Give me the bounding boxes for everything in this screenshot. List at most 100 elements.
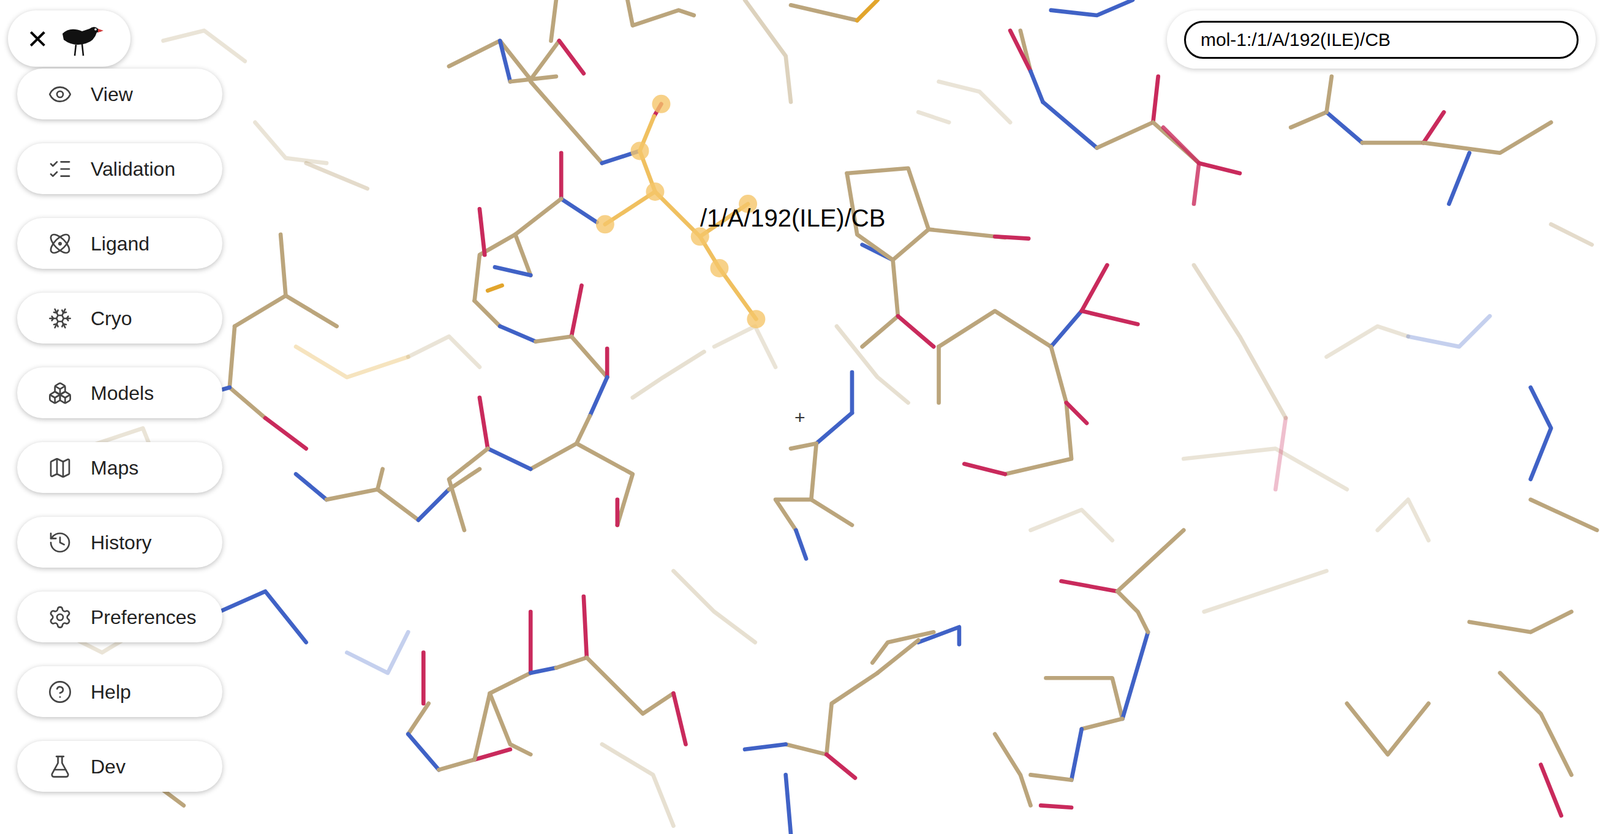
bond-stick [790,4,857,21]
menu-label: History [90,530,152,555]
bond-stick [795,530,807,560]
bond-stick [449,469,480,490]
selected-atom[interactable] [746,309,766,329]
menu-button[interactable]: Maps [17,442,223,494]
bond-stick [836,326,909,404]
bond-stick [234,295,337,327]
menu-button[interactable]: Validation [17,143,223,195]
bond-stick [407,734,439,770]
bond-stick [559,153,564,200]
bond-stick [494,267,531,276]
bond-stick [632,351,705,398]
selected-atom[interactable] [596,215,615,234]
menu-label: View [90,82,133,107]
bond-stick [510,76,557,82]
bond-stick [1030,774,1072,780]
bond-stick [421,652,426,704]
search-input[interactable]: mol-1:/1/A/192(ILE)/CB [1184,20,1579,59]
bond-stick [1163,127,1199,204]
bond-stick [576,443,633,525]
menu-button[interactable]: Preferences [17,591,223,643]
bond-stick [490,693,532,755]
bond-stick [826,754,856,778]
bond-stick [530,668,557,674]
bond-stick [1500,673,1572,776]
menu-item-icon [47,231,73,257]
bond-stick [571,285,582,337]
bond-stick [438,759,475,770]
bond-stick [1071,729,1082,781]
bond-stick [1204,570,1327,612]
top-bar: × [7,10,131,67]
search-value: mol-1:/1/A/192(ILE)/CB [1200,28,1391,51]
menu-item-icon [47,82,73,107]
menu-button[interactable]: Ligand [17,218,223,269]
bond-stick [811,499,853,526]
bond-stick [1060,581,1118,592]
bond-stick [265,418,307,450]
selected-atom[interactable] [645,182,665,201]
bond-stick [487,449,531,470]
menu-label: Models [90,381,154,406]
bond-stick [1030,71,1043,103]
menu-button[interactable]: Models [17,367,223,419]
bond-stick [1097,122,1154,149]
selected-bond [700,236,757,320]
bond-stick [1152,76,1158,123]
bond-stick [826,673,878,755]
bond-stick [1423,122,1551,154]
bond-stick [1051,0,1133,16]
bond-stick [1326,326,1409,358]
bond-stick [407,336,480,367]
selected-atom[interactable] [709,259,729,278]
bond-stick [530,415,590,470]
close-button[interactable]: × [27,20,48,57]
menu-button[interactable]: History [17,516,223,568]
bond-stick [1326,112,1363,143]
bond-stick [1408,316,1490,347]
bond-stick [326,489,419,521]
bond-stick [499,41,511,83]
bond-stick [479,208,485,255]
menu-item-icon [47,754,73,780]
selected-atom[interactable] [651,94,671,114]
bond-stick [790,443,817,449]
bond-stick [1030,510,1112,541]
bond-stick [280,234,286,296]
bond-stick [893,229,929,261]
bond-stick [474,673,532,761]
bond-stick [994,236,1029,239]
bond-stick [602,744,674,826]
bond-stick [673,570,755,643]
bond-stick [559,41,584,74]
bond-stick [535,336,572,342]
bond-stick [556,657,587,669]
bond-stick [673,693,686,745]
moorhen-logo-icon [57,20,105,57]
selected-atom[interactable] [630,141,649,160]
atom-label: /1/A/192(ILE)/CB [700,203,886,233]
menu-item-icon [47,381,73,406]
menu-item-icon [47,605,73,630]
menu-button[interactable]: Cryo [17,292,223,344]
bond-stick [1198,162,1240,174]
bond-stick [1117,591,1148,633]
bond-stick [1423,112,1444,143]
molecule-viewer-app: /1/A/192(ILE)/CB+×ViewValidationLigandCr… [0,0,1600,834]
menu-button[interactable]: Dev [17,741,223,793]
bond-stick [254,122,327,164]
bond-stick [479,397,488,449]
bond-stick [346,632,408,674]
bond-stick [1377,499,1429,541]
menu-label: Help [90,679,132,705]
bond-stick [1530,499,1597,531]
bond-stick [744,744,786,750]
bond-stick [939,81,1011,123]
bond-stick [714,326,776,368]
bond-stick [816,412,853,444]
menu-button[interactable]: View [17,68,223,120]
bond-stick [627,0,694,26]
bond-stick [589,377,608,416]
menu-button[interactable]: Help [17,666,223,718]
bond-stick [219,591,307,643]
